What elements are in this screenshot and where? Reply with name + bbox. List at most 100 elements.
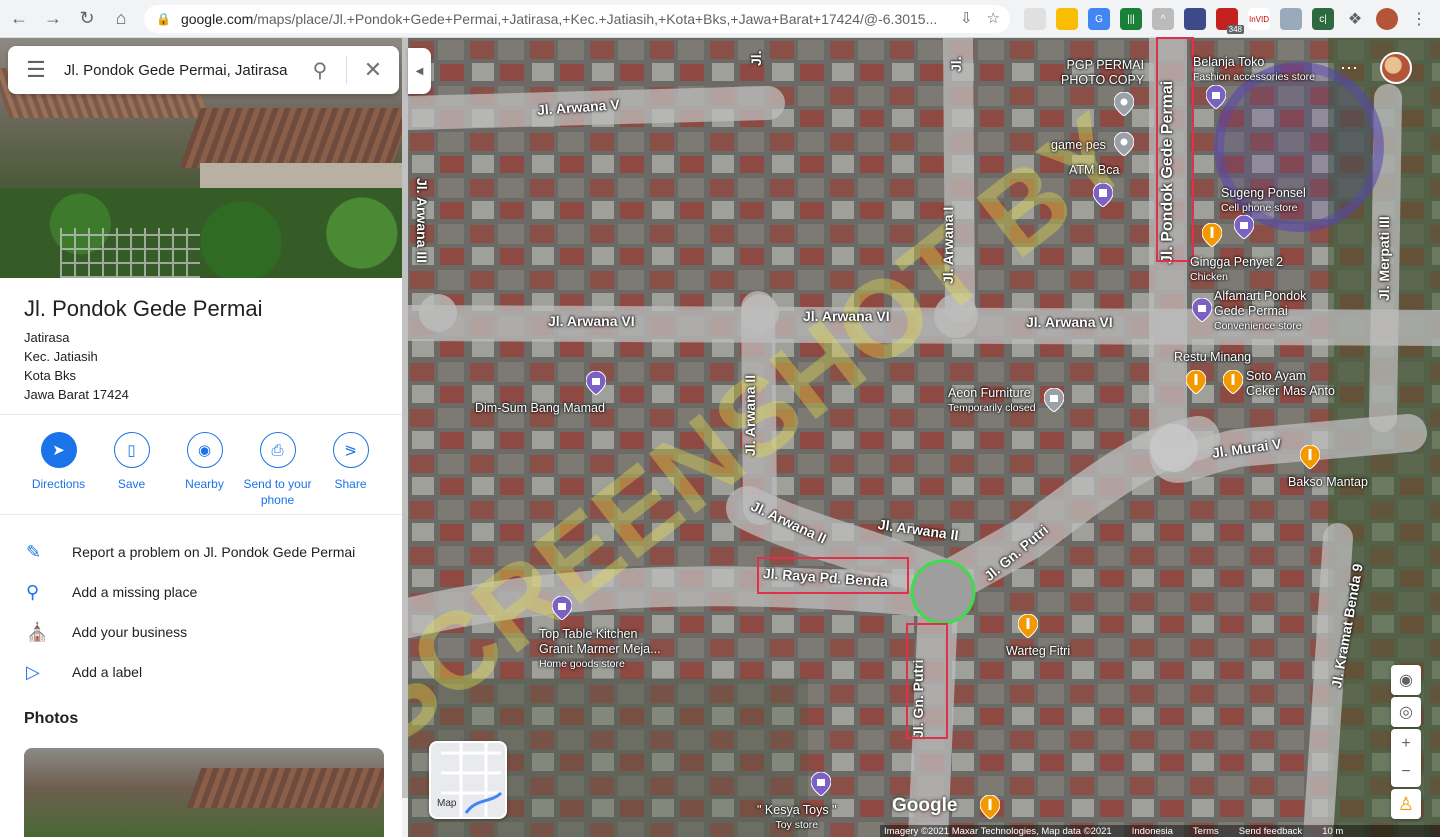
shopping-pin-icon[interactable] xyxy=(811,772,831,796)
address-line: Kota Bks xyxy=(24,368,77,383)
shopping-pin-icon[interactable] xyxy=(1044,388,1064,412)
invid-extension-icon[interactable]: InVID xyxy=(1248,8,1270,30)
search-input[interactable] xyxy=(64,61,300,79)
restaurant-pin-icon[interactable] xyxy=(1223,370,1243,394)
street-label: Jl. Arwana VI xyxy=(1026,314,1113,330)
address-bar[interactable]: 🔒 google.com/maps/place/Jl.+Pondok+Gede+… xyxy=(144,5,1010,33)
place-address: Jatirasa Kec. Jatiasih Kota Bks Jawa Bar… xyxy=(24,328,129,404)
photo-thumbnail[interactable] xyxy=(24,748,384,837)
extension-icon[interactable]: c| xyxy=(1312,8,1334,30)
scale-label[interactable]: 10 m xyxy=(1322,826,1343,837)
poi-label[interactable]: Alfamart Pondok Gede Permai Convenience st… xyxy=(1214,289,1306,334)
home-icon[interactable]: ⌂ xyxy=(106,4,136,34)
bookmark-star-icon[interactable]: ☆ xyxy=(987,9,1000,27)
send-to-phone-button[interactable]: ⎙ Send to your phone xyxy=(241,432,314,508)
hamburger-menu-icon[interactable]: ☰ xyxy=(8,57,64,83)
kebab-menu-icon[interactable]: ⋮ xyxy=(1408,8,1430,30)
add-place-icon: ⚲ xyxy=(26,581,40,602)
poi-label[interactable]: ATM Bca xyxy=(1069,163,1119,178)
extension-icon[interactable] xyxy=(1184,8,1206,30)
add-missing-place-item[interactable]: ⚲ Add a missing place xyxy=(0,572,402,612)
globe-view-button[interactable]: ◉ xyxy=(1391,665,1421,695)
region-link[interactable]: Indonesia xyxy=(1132,826,1173,837)
location-pin-icon[interactable] xyxy=(1114,132,1134,156)
restaurant-pin-icon[interactable] xyxy=(1300,445,1320,469)
highlight-box xyxy=(906,623,948,739)
calendar-extension-icon[interactable]: 348 xyxy=(1216,8,1244,34)
shopping-pin-icon[interactable] xyxy=(1192,298,1212,322)
shopping-pin-icon[interactable] xyxy=(1206,85,1226,109)
poi-label[interactable]: Gingga Penyet 2 Chicken xyxy=(1190,255,1283,285)
poi-label[interactable]: Warteg Fitri xyxy=(1006,644,1070,659)
close-icon[interactable]: ✕ xyxy=(353,57,393,83)
poi-label[interactable]: Belanja Toko Fashion accessories store xyxy=(1193,55,1315,85)
poi-label[interactable]: Dim-Sum Bang Mamad xyxy=(475,401,605,416)
lock-icon: 🔒 xyxy=(156,12,171,26)
share-button[interactable]: ⪖ Share xyxy=(314,432,387,508)
profile-avatar[interactable] xyxy=(1376,8,1398,30)
directions-button[interactable]: ➤ Directions xyxy=(22,432,95,508)
street-label: Jl. xyxy=(948,56,964,72)
install-icon[interactable]: ⇩ xyxy=(960,9,973,27)
search-icon[interactable]: ⚲ xyxy=(300,58,340,83)
add-business-item[interactable]: ⛪ Add your business xyxy=(0,612,402,652)
extension-icon[interactable]: ||| xyxy=(1120,8,1142,30)
highlight-box xyxy=(757,557,909,594)
divider xyxy=(0,414,402,415)
apps-grid-icon[interactable]: ⋯ xyxy=(1340,58,1360,78)
extension-icon[interactable] xyxy=(1056,8,1078,30)
puzzle-icon[interactable]: ❖ xyxy=(1344,8,1366,30)
add-label-item[interactable]: ▷ Add a label xyxy=(0,652,402,692)
atm-pin-icon[interactable] xyxy=(1093,183,1113,207)
highlight-box xyxy=(1156,37,1194,262)
attribution-text: Imagery ©2021 Maxar Technologies, Map da… xyxy=(884,825,1112,837)
bookmark-icon: ▯ xyxy=(113,432,150,468)
location-pin-icon[interactable] xyxy=(1114,92,1134,116)
poi-label[interactable]: Sugeng Ponsel Cell phone store xyxy=(1221,186,1306,216)
back-icon[interactable]: ← xyxy=(4,4,34,34)
pegman-icon[interactable]: ♙ xyxy=(1391,789,1421,819)
poi-label[interactable]: Soto Ayam Ceker Mas Anto xyxy=(1246,369,1335,399)
account-avatar[interactable] xyxy=(1380,52,1412,84)
zoom-out-button[interactable]: − xyxy=(1401,758,1410,786)
address-line: Kec. Jatiasih xyxy=(24,349,98,364)
nearby-button[interactable]: ◉ Nearby xyxy=(168,432,241,508)
street-label: Jl. Arwana VI xyxy=(548,313,635,329)
collapse-panel-button[interactable]: ◀ xyxy=(408,48,431,94)
restaurant-pin-icon[interactable] xyxy=(980,795,1000,819)
pencil-icon: ✎ xyxy=(26,541,42,562)
poi-label[interactable]: Aeon Furniture Temporarily closed xyxy=(948,386,1036,416)
share-icon: ⪖ xyxy=(332,432,369,468)
zoom-in-button[interactable]: + xyxy=(1401,730,1410,758)
save-button[interactable]: ▯ Save xyxy=(95,432,168,508)
extra-actions-list: ✎ Report a problem on Jl. Pondok Gede Pe… xyxy=(0,532,402,692)
my-location-button[interactable]: ◎ xyxy=(1391,697,1421,727)
terms-link[interactable]: Terms xyxy=(1193,826,1219,837)
poi-label[interactable]: Restu Minang xyxy=(1174,350,1251,365)
map-layer-toggle[interactable]: Map xyxy=(429,741,507,819)
shopping-pin-icon[interactable] xyxy=(1234,215,1254,239)
restaurant-pin-icon[interactable] xyxy=(1186,370,1206,394)
extension-icon[interactable] xyxy=(1024,8,1046,30)
poi-label[interactable]: game pes xyxy=(1051,138,1106,153)
address-line: Jatirasa xyxy=(24,330,70,345)
nearby-icon: ◉ xyxy=(186,432,223,468)
shopping-pin-icon[interactable] xyxy=(552,596,572,620)
restaurant-pin-icon[interactable] xyxy=(1202,223,1222,247)
extension-icon[interactable] xyxy=(1280,8,1302,30)
poi-label[interactable]: Bakso Mantap xyxy=(1288,475,1368,490)
street-label: Jl. Arwana III xyxy=(414,178,430,264)
store-icon: ⛪ xyxy=(26,621,49,642)
street-label: Jl. Arwana VI xyxy=(803,308,890,324)
poi-label[interactable]: PGP PERMAI PHOTO COPY xyxy=(1061,58,1144,88)
reload-icon[interactable]: ↻ xyxy=(72,4,102,34)
forward-icon[interactable]: → xyxy=(38,4,68,34)
poi-label[interactable]: " Kesya Toys " Toy store xyxy=(757,803,837,833)
shopping-pin-icon[interactable] xyxy=(586,371,606,395)
poi-label[interactable]: Top Table Kitchen Granit Marmer Meja... Ho… xyxy=(539,627,661,672)
report-problem-item[interactable]: ✎ Report a problem on Jl. Pondok Gede Pe… xyxy=(0,532,402,572)
extension-icon[interactable]: ^ xyxy=(1152,8,1174,30)
send-feedback-link[interactable]: Send feedback xyxy=(1239,826,1302,837)
translate-icon[interactable]: G xyxy=(1088,8,1110,30)
restaurant-pin-icon[interactable] xyxy=(1018,614,1038,638)
